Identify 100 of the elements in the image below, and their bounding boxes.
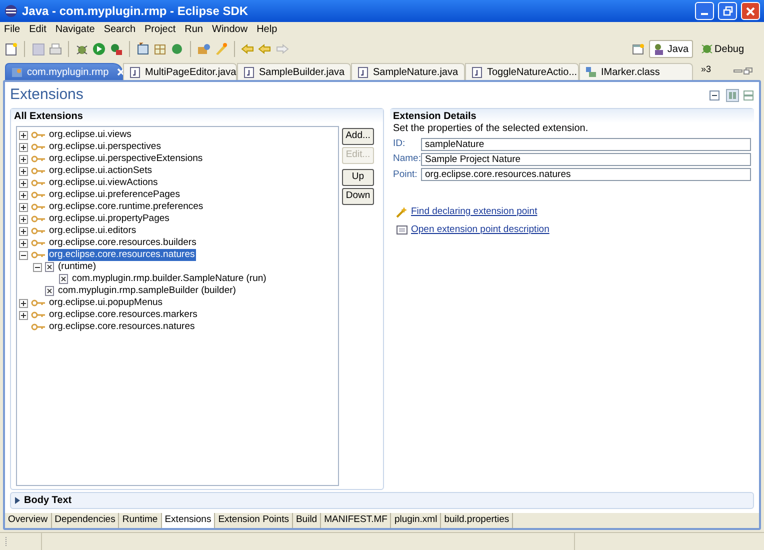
tree-item[interactable]: org.eclipse.core.resources.builders — [48, 237, 198, 249]
open-perspective-icon[interactable] — [632, 42, 646, 56]
close-icon[interactable] — [116, 68, 125, 76]
expand-icon[interactable] — [19, 166, 28, 176]
page-title: Extensions — [10, 84, 84, 105]
expand-icon[interactable] — [19, 178, 28, 188]
link[interactable]: Open extension point description — [411, 223, 550, 238]
java-file-icon — [129, 66, 141, 78]
perspective-button[interactable]: Debug — [696, 40, 748, 58]
field-label: ID: — [393, 137, 406, 151]
tree-item[interactable]: (runtime) — [57, 261, 98, 273]
menu-item[interactable]: Search — [104, 24, 136, 36]
tree-item[interactable]: org.eclipse.ui.perspectives — [48, 141, 162, 153]
tree-item[interactable]: org.eclipse.core.resources.markers — [48, 309, 198, 321]
close-button[interactable] — [741, 2, 760, 20]
menu-item[interactable]: Run — [184, 24, 203, 36]
key-icon — [31, 203, 45, 211]
collapse-icon[interactable] — [33, 262, 42, 272]
extension-button[interactable]: Up — [342, 169, 374, 186]
restore-icon — [722, 6, 732, 16]
collapse-all-icon[interactable] — [709, 90, 720, 100]
input-field[interactable]: org.eclipse.core.resources.natures — [421, 168, 751, 182]
expand-icon[interactable] — [19, 298, 28, 308]
expand-icon[interactable] — [19, 190, 28, 200]
link[interactable]: Find declaring extension point — [411, 204, 538, 219]
page-tab[interactable]: Extensions — [162, 513, 216, 528]
vertical-layout-icon[interactable] — [726, 88, 739, 102]
tree-item[interactable]: org.eclipse.ui.perspectiveExtensions — [48, 153, 204, 165]
editor-tab[interactable]: SampleBuilder.java — [237, 63, 351, 80]
bug-icon — [700, 43, 713, 55]
menu-item[interactable]: Edit — [29, 24, 46, 36]
input-field[interactable]: Sample Project Nature — [421, 152, 751, 166]
key-icon — [31, 167, 45, 175]
field-label: Point: — [393, 168, 418, 182]
menu-item[interactable]: Navigate — [55, 24, 95, 36]
menu-item[interactable]: Window — [212, 24, 248, 36]
new-icon[interactable] — [4, 42, 18, 56]
section-title: Extension Details — [393, 110, 476, 124]
print-icon[interactable] — [48, 42, 62, 56]
menu-item[interactable]: Project — [144, 24, 176, 36]
java-file-icon — [357, 66, 369, 78]
tree-item[interactable]: com.myplugin.rmp.builder.SampleNature (run) — [71, 273, 268, 285]
run-icon[interactable] — [92, 42, 106, 56]
tree-item[interactable]: org.eclipse.ui.views — [48, 129, 132, 141]
page-tab[interactable]: Overview — [5, 513, 52, 528]
menu-item[interactable]: File — [4, 24, 20, 36]
restore-button[interactable] — [718, 2, 737, 20]
tree-item[interactable]: org.eclipse.ui.popupMenus — [48, 297, 164, 309]
extension-button[interactable]: Down — [342, 188, 374, 205]
key-icon — [31, 251, 45, 259]
editor-tab[interactable]: MultiPageEditor.java — [123, 63, 237, 80]
grip-icon — [5, 536, 8, 548]
editor-tab[interactable]: IMarker.class — [579, 63, 693, 80]
section-description: Set the properties of the selected extension. — [392, 123, 590, 135]
section-title: Body Text — [24, 494, 72, 508]
extensions-tree[interactable] — [16, 126, 339, 486]
tree-item[interactable]: org.eclipse.core.resources.natures — [48, 321, 196, 333]
eclipse-icon — [4, 4, 18, 18]
tree-item[interactable]: org.eclipse.ui.editors — [48, 225, 138, 237]
expand-icon[interactable] — [19, 226, 28, 236]
minimize-icon[interactable] — [733, 67, 743, 75]
close-icon — [746, 6, 755, 16]
tree-item[interactable]: org.eclipse.core.resources.natures — [48, 249, 196, 261]
menu-item[interactable]: Help — [256, 24, 278, 36]
editor-tab[interactable]: com.myplugin.rmp — [5, 63, 123, 80]
expand-icon[interactable] — [19, 142, 28, 152]
tree-item[interactable]: org.eclipse.ui.viewActions — [48, 177, 159, 189]
tree-item[interactable]: org.eclipse.ui.actionSets — [48, 165, 153, 177]
section-title: All Extensions — [14, 110, 83, 124]
tree-item[interactable]: com.myplugin.rmp.sampleBuilder (builder) — [57, 285, 237, 297]
expand-icon[interactable] — [19, 130, 28, 140]
maximize-icon[interactable] — [743, 67, 753, 75]
key-icon — [31, 227, 45, 235]
perspective-button[interactable]: Java — [649, 40, 693, 58]
key-icon — [31, 155, 45, 163]
expand-icon[interactable] — [19, 310, 28, 320]
collapse-icon[interactable] — [19, 250, 28, 260]
tree-item[interactable]: org.eclipse.core.runtime.preferences — [48, 201, 204, 213]
expand-icon[interactable] — [19, 154, 28, 164]
expand-icon[interactable] — [19, 202, 28, 212]
element-icon — [45, 286, 54, 296]
wand-icon — [396, 206, 408, 218]
horizontal-layout-icon[interactable] — [743, 90, 754, 100]
key-icon — [31, 191, 45, 199]
editor-tab[interactable]: SampleNature.java — [351, 63, 465, 80]
key-icon — [31, 131, 45, 139]
java-file-icon — [471, 66, 483, 78]
field-label: Name: — [393, 152, 421, 166]
input-field[interactable]: sampleNature — [421, 138, 751, 151]
minimize-button[interactable] — [695, 2, 714, 20]
extension-button[interactable]: Add... — [342, 128, 374, 145]
tree-item[interactable]: org.eclipse.ui.propertyPages — [48, 213, 170, 225]
element-icon — [59, 274, 68, 284]
expand-icon[interactable] — [19, 214, 28, 224]
expand-arrow-icon[interactable] — [15, 497, 20, 504]
tree-item[interactable]: org.eclipse.ui.preferencePages — [48, 189, 181, 201]
expand-icon[interactable] — [19, 238, 28, 248]
editor-tab[interactable]: ToggleNatureActio... — [465, 63, 579, 80]
java-file-icon — [243, 66, 255, 78]
overflow-tabs-indicator[interactable]: »3 — [701, 64, 712, 74]
